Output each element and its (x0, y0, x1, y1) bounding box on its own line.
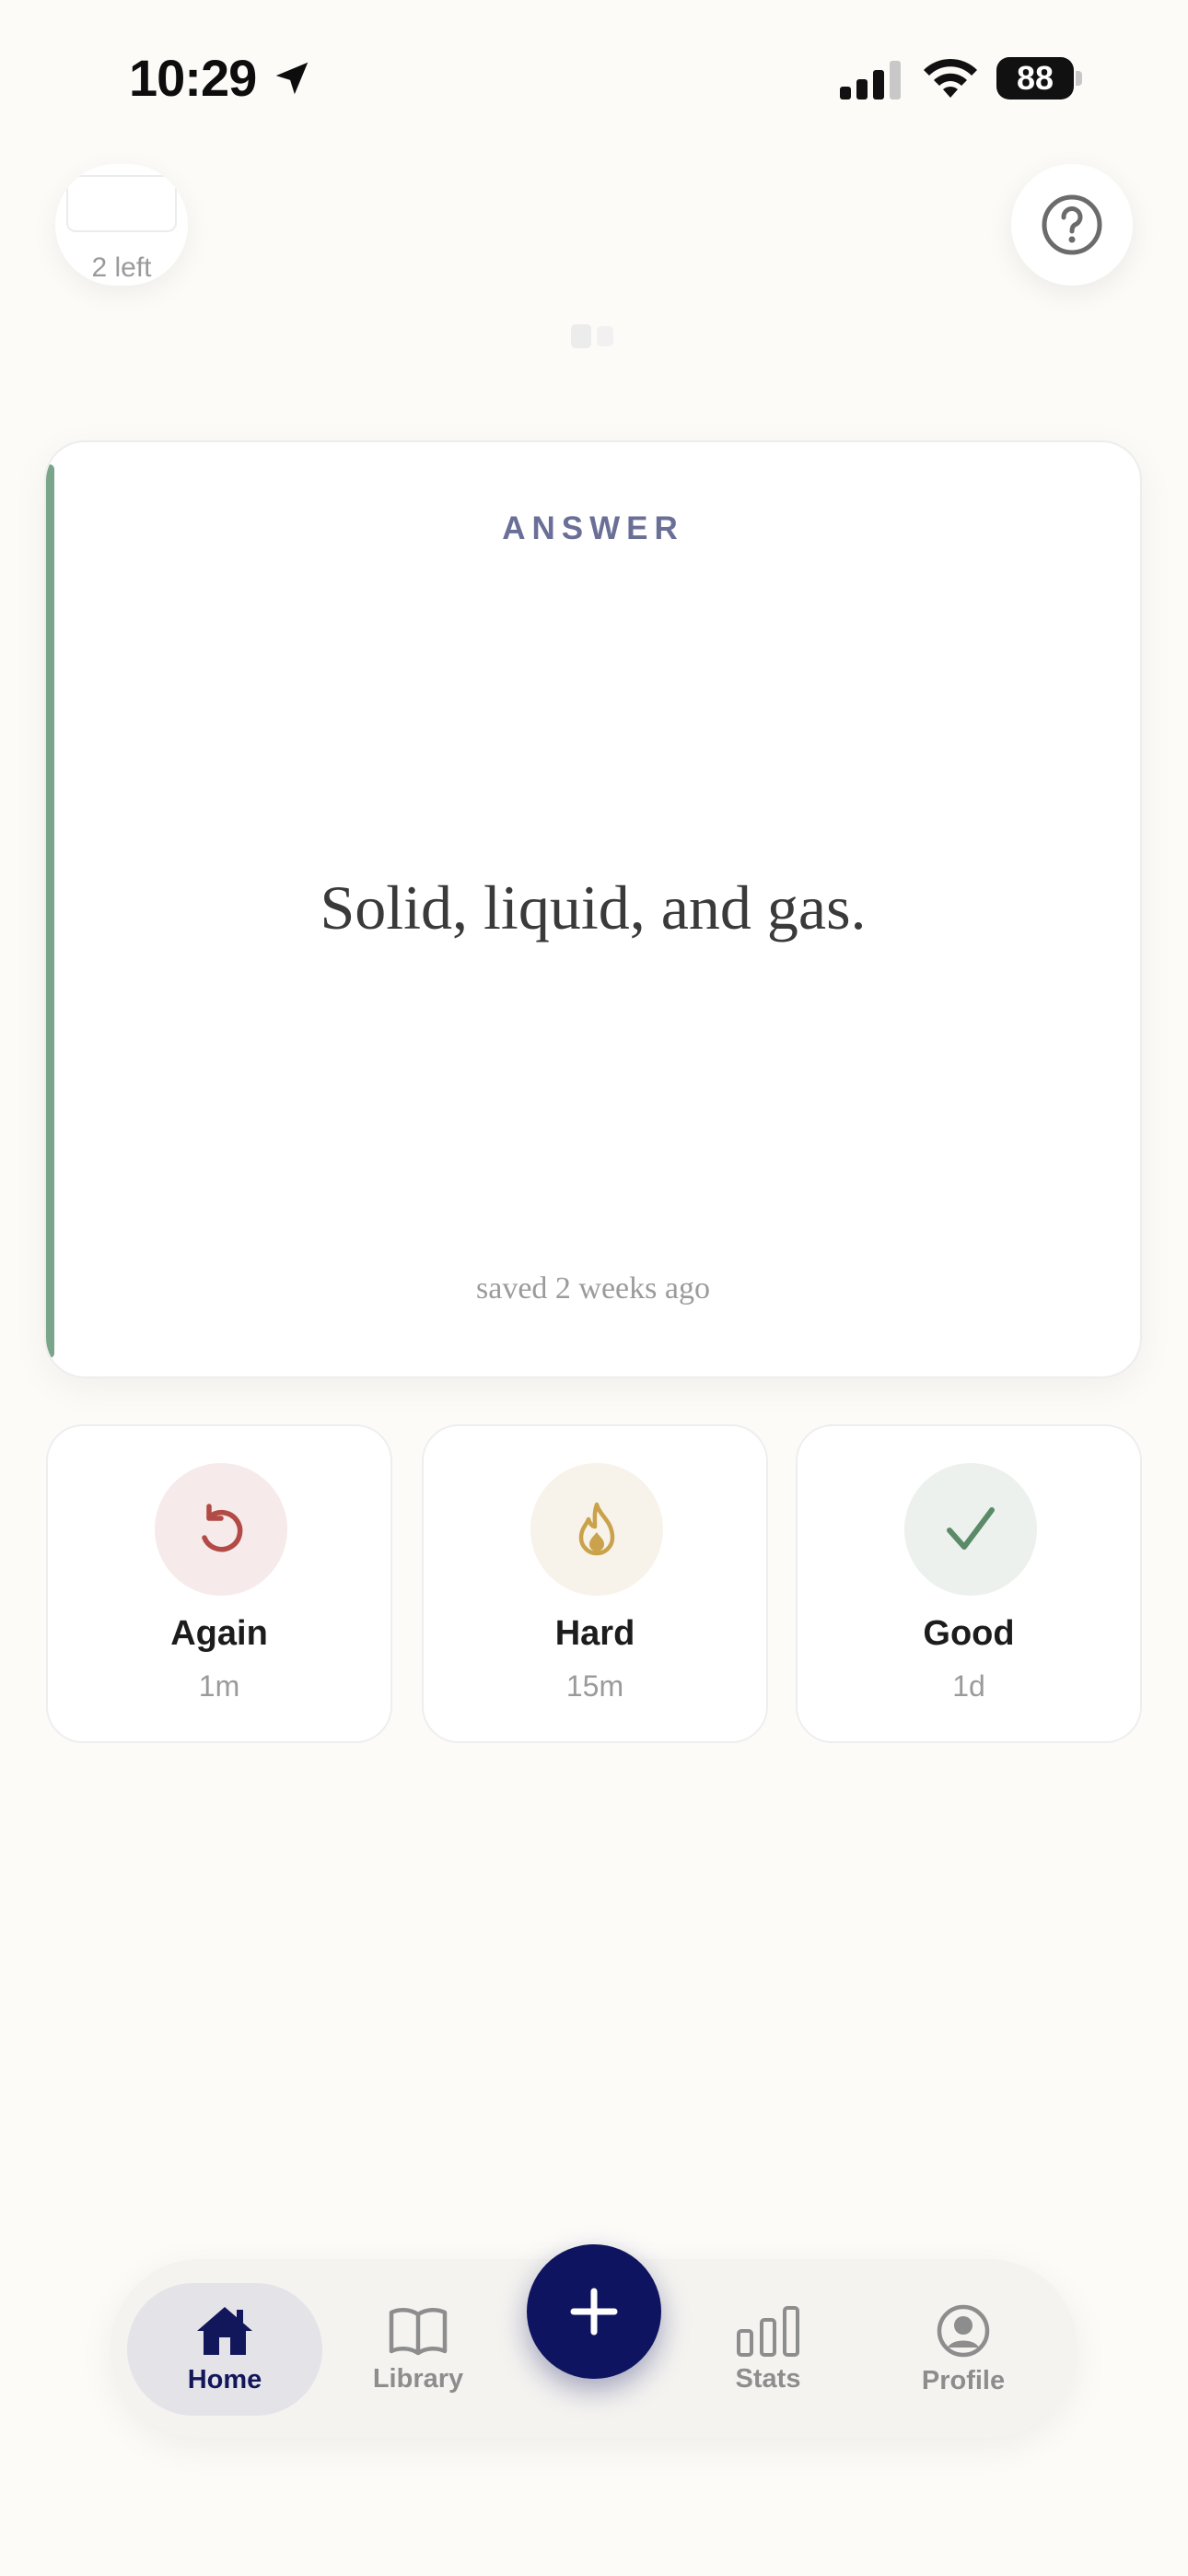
wifi-icon (924, 58, 977, 98)
card-saved-meta: saved 2 weeks ago (476, 1271, 710, 1306)
hard-icon-circle (530, 1463, 663, 1596)
review-screen: 10:29 88 2 left ANSWER Solid, liquid, an… (0, 0, 1188, 2576)
card-answer-text: Solid, liquid, and gas. (320, 872, 867, 943)
nav-library-label: Library (372, 2363, 464, 2394)
again-button[interactable]: Again 1m (46, 1424, 392, 1743)
flashcard[interactable]: ANSWER Solid, liquid, and gas. saved 2 w… (44, 440, 1142, 1378)
undo-arrow-icon (202, 1504, 243, 1552)
battery-cap (1076, 71, 1082, 86)
again-label: Again (170, 1614, 268, 1653)
progress-dot (597, 326, 613, 346)
checkmark-icon (947, 1507, 995, 1550)
question-circle-icon (1042, 194, 1102, 255)
again-interval: 1m (198, 1669, 240, 1703)
flame-icon (578, 1502, 615, 1556)
status-time: 10:29 (129, 49, 257, 107)
hard-interval: 15m (565, 1669, 624, 1703)
cellular-signal-icon (840, 61, 901, 100)
nav-stats-label: Stats (735, 2363, 801, 2394)
nav-profile-label: Profile (921, 2365, 1006, 2395)
hard-button[interactable]: Hard 15m (422, 1424, 768, 1743)
again-icon-circle (155, 1463, 287, 1596)
cards-left-text: 2 left (91, 252, 152, 283)
nav-library[interactable]: Library (344, 2283, 492, 2416)
nav-home-label: Home (187, 2364, 262, 2395)
nav-home[interactable]: Home (127, 2283, 322, 2416)
good-interval: 1d (952, 1669, 985, 1703)
hard-label: Hard (554, 1614, 635, 1653)
card-side-label: ANSWER (502, 510, 684, 546)
progress-dot-current (571, 324, 591, 348)
location-arrow-icon (275, 62, 309, 95)
nav-profile[interactable]: Profile (890, 2283, 1037, 2416)
book-icon (389, 2307, 448, 2355)
cards-left-counter[interactable]: 2 left (55, 164, 188, 286)
card-stack-icon (66, 175, 177, 232)
home-icon (197, 2306, 252, 2355)
battery-icon: 88 (996, 57, 1083, 100)
bar-chart-icon (737, 2305, 799, 2357)
plus-icon (570, 2288, 618, 2336)
good-label: Good (923, 1614, 1015, 1653)
nav-stats[interactable]: Stats (694, 2283, 842, 2416)
add-card-button[interactable] (527, 2244, 661, 2379)
progress-indicator (571, 324, 617, 348)
good-icon-circle (904, 1463, 1037, 1596)
battery-level: 88 (996, 57, 1074, 100)
good-button[interactable]: Good 1d (796, 1424, 1142, 1743)
help-button[interactable] (1011, 164, 1133, 286)
profile-icon (937, 2304, 990, 2357)
